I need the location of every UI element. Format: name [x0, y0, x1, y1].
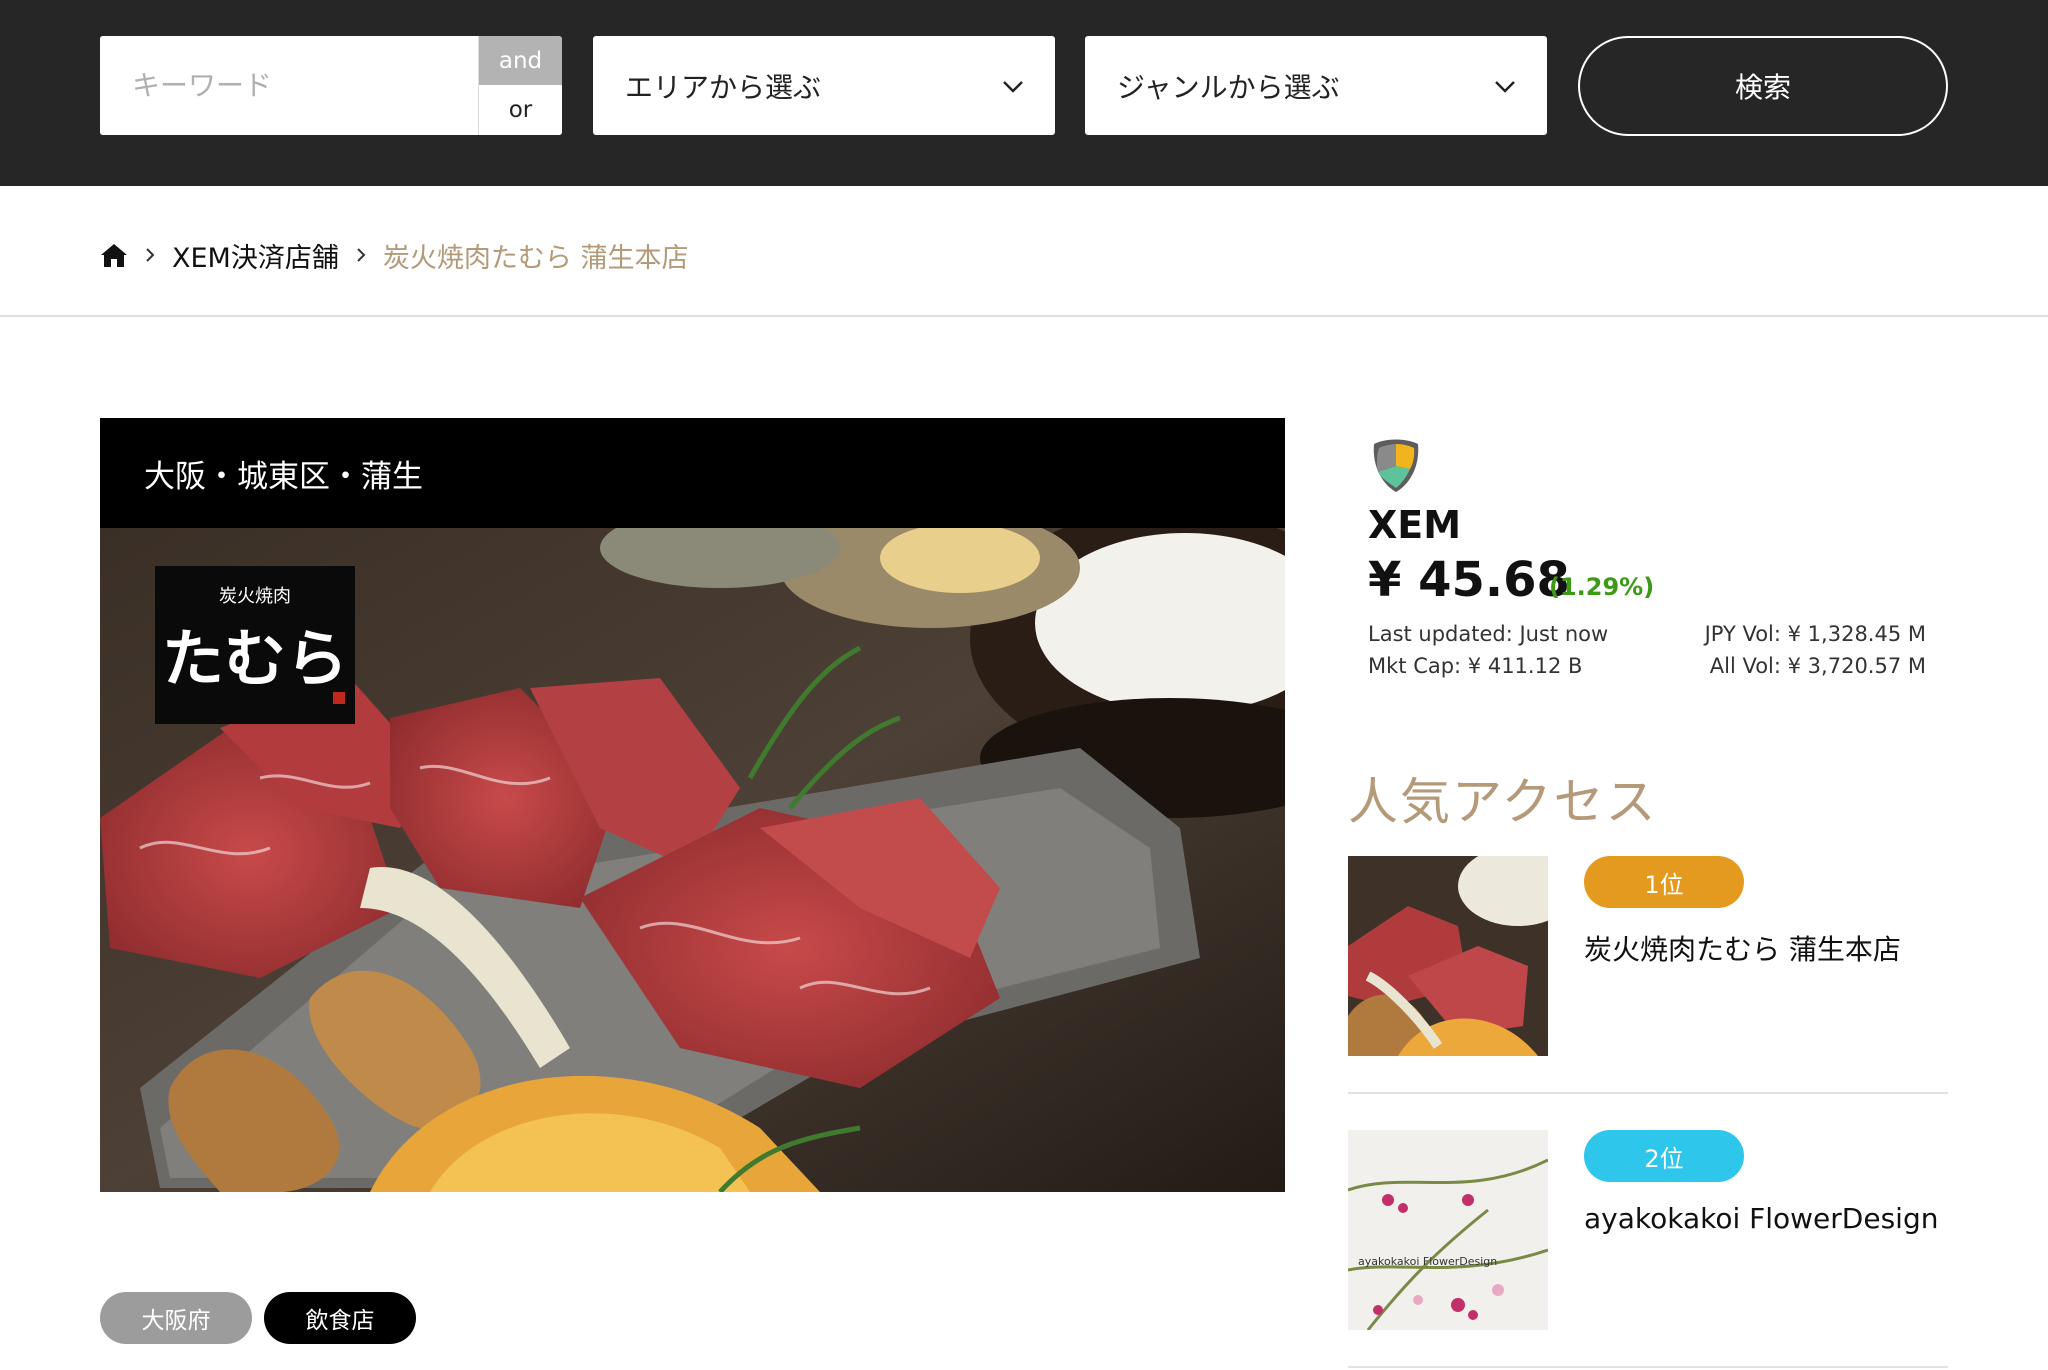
breadcrumb-link-xem-shops[interactable]: XEM決済店舗 [172, 236, 339, 275]
popular-item-thumbnail[interactable] [1348, 856, 1548, 1056]
and-option[interactable]: and [479, 36, 562, 85]
divider [0, 315, 2048, 317]
or-option[interactable]: or [479, 85, 562, 135]
genre-select[interactable]: ジャンルから選ぶ [1085, 36, 1547, 135]
ticker-jpy-volume: JPY Vol: ¥ 1,328.45 M [1704, 622, 1926, 646]
shop-hero-image: 炭火焼肉 たむら [100, 528, 1285, 1192]
genre-select-label: ジャンルから選ぶ [1117, 70, 1340, 104]
divider [1348, 1366, 1948, 1368]
xem-logo-icon [1373, 439, 1419, 492]
chevron-down-icon [1495, 81, 1515, 93]
tag-prefecture[interactable]: 大阪府 [100, 1292, 252, 1344]
search-header: and or エリアから選ぶ ジャンルから選ぶ 検索 [0, 0, 2048, 186]
home-icon[interactable] [100, 241, 128, 269]
popular-item-thumbnail[interactable]: ayakokakoi FlowerDesign [1348, 1130, 1548, 1330]
ticker-all-volume: All Vol: ¥ 3,720.57 M [1709, 654, 1926, 678]
area-select-label: エリアから選ぶ [625, 70, 822, 104]
rank-badge: 1位 [1584, 856, 1744, 908]
and-or-toggle: and or [478, 36, 562, 135]
thumbnail-caption: ayakokakoi FlowerDesign [1358, 1255, 1497, 1268]
chevron-right-icon [146, 248, 155, 262]
tag-category[interactable]: 飲食店 [264, 1292, 416, 1344]
popular-access-title: 人気アクセス [1348, 773, 1658, 831]
ticker-market-cap: Mkt Cap: ¥ 411.12 B [1368, 654, 1583, 678]
area-select[interactable]: エリアから選ぶ [593, 36, 1055, 135]
search-button[interactable]: 検索 [1578, 36, 1948, 136]
keyword-input[interactable] [100, 36, 478, 135]
popular-item[interactable]: ayakokakoi FlowerDesign 2位 ayakokakoi Fl… [1348, 1130, 1948, 1368]
chevron-right-icon [357, 248, 366, 262]
logo-big-text: たむら [162, 622, 348, 695]
rank-badge: 2位 [1584, 1130, 1744, 1182]
ticker-name: XEM [1368, 503, 1462, 547]
popular-item[interactable]: 1位 炭火焼肉たむら 蒲生本店 [1348, 856, 1948, 1094]
ticker-last-updated: Last updated: Just now [1368, 622, 1609, 646]
shop-tags: 大阪府 飲食店 [100, 1292, 416, 1344]
popular-item-name[interactable]: 炭火焼肉たむら 蒲生本店 [1584, 928, 1901, 968]
keyword-search-group: and or [100, 36, 562, 135]
chevron-down-icon [1003, 81, 1023, 93]
ticker-change: (1.29%) [1549, 573, 1655, 601]
popular-item-name[interactable]: ayakokakoi FlowerDesign [1584, 1202, 1938, 1235]
divider [1348, 1092, 1948, 1094]
ticker-price: ¥ 45.68 [1368, 552, 1570, 608]
breadcrumb: XEM決済店舗 炭火焼肉たむら 蒲生本店 [100, 235, 688, 275]
region-header: 大阪・城東区・蒲生 [100, 418, 1285, 528]
region-label: 大阪・城東区・蒲生 [144, 458, 423, 495]
logo-small-text: 炭火焼肉 [219, 586, 291, 607]
breadcrumb-current: 炭火焼肉たむら 蒲生本店 [382, 242, 689, 274]
